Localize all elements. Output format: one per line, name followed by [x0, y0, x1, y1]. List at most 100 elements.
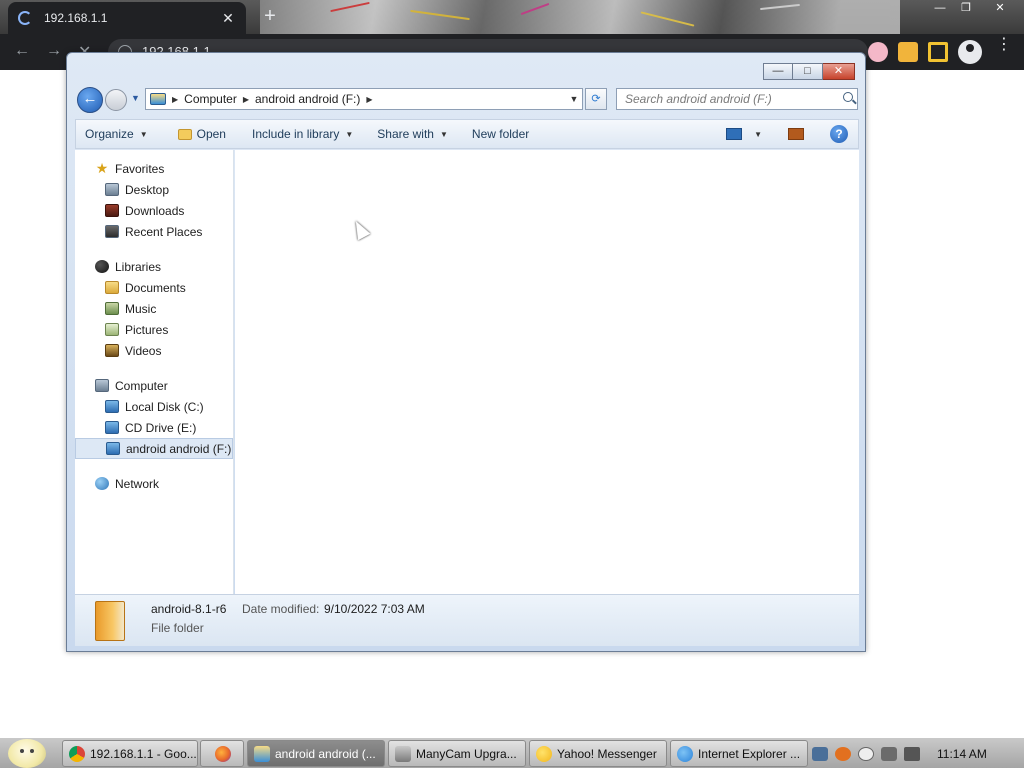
navigation-pane: ★ Favorites Desktop Downloads Recent Pla… — [75, 150, 234, 594]
volume-icon[interactable] — [904, 746, 920, 761]
close-button[interactable]: ✕ — [823, 63, 855, 80]
libraries-icon — [95, 260, 109, 273]
back-button[interactable]: ← — [77, 87, 103, 113]
nav-music[interactable]: Music — [75, 298, 233, 319]
taskbar: 192.168.1.1 - Goo... android android (..… — [0, 738, 1024, 768]
address-history-dropdown-icon[interactable]: ▼ — [566, 94, 582, 104]
nav-cd-drive-e[interactable]: CD Drive (E:) — [75, 417, 233, 438]
browser-minimize-button[interactable]: — — [928, 0, 952, 18]
change-view-icon[interactable] — [726, 128, 743, 140]
open-button[interactable]: Open — [169, 119, 235, 149]
new-tab-button[interactable]: + — [258, 6, 282, 28]
browser-maximize-button[interactable]: ❐ — [954, 0, 978, 18]
browser-tab[interactable]: 192.168.1.1 ✕ — [8, 2, 246, 34]
details-item-type: File folder — [151, 621, 204, 635]
extensions-puzzle-icon[interactable] — [898, 42, 918, 62]
taskbar-button-manycam[interactable]: ManyCam Upgra... — [388, 740, 526, 767]
firefox-icon — [215, 745, 231, 762]
android-drive-icon — [106, 442, 120, 455]
open-label: Open — [196, 127, 226, 141]
nav-desktop[interactable]: Desktop — [75, 179, 233, 200]
search-tray-icon[interactable] — [835, 746, 851, 761]
yahoo-messenger-icon — [536, 745, 552, 762]
taskbar-button-firefox[interactable] — [200, 740, 244, 767]
system-clock[interactable]: 11:14 AM — [937, 747, 987, 761]
refresh-button[interactable]: ⟳ — [585, 88, 607, 110]
help-icon[interactable]: ? — [830, 125, 848, 143]
taskbar-button-explorer[interactable]: android android (... — [247, 740, 385, 767]
nav-pictures-label: Pictures — [125, 322, 169, 337]
taskbar-label: ManyCam Upgra... — [416, 746, 517, 761]
minimize-button[interactable]: — — [763, 63, 793, 80]
nav-network-label: Network — [115, 476, 160, 491]
network-tray-icon[interactable] — [881, 746, 897, 761]
organize-label: Organize — [85, 127, 134, 141]
browser-close-button[interactable]: ✕ — [988, 0, 1012, 18]
status-tray-icon[interactable] — [858, 746, 874, 761]
tab-close-icon[interactable]: ✕ — [220, 10, 236, 27]
explorer-navigation-row: ← ▼ ▶ Computer ▶ android android (F:) ▶ … — [75, 87, 859, 115]
nav-computer[interactable]: Computer — [75, 375, 233, 396]
command-bar: Organize ▼ Open Include in library ▼ Sha… — [75, 119, 859, 149]
maximize-button[interactable]: □ — [793, 63, 823, 80]
search-input[interactable]: Search android android (F:) — [616, 88, 858, 110]
recent-pages-dropdown-icon[interactable]: ▼ — [131, 93, 140, 103]
nav-favorites[interactable]: ★ Favorites — [75, 158, 233, 179]
computer-group: Computer Local Disk (C:) CD Drive (E:) a… — [75, 375, 233, 459]
drive-icon — [150, 93, 166, 105]
browser-back-button[interactable]: ← — [14, 42, 30, 60]
include-in-library-button[interactable]: Include in library ▼ — [243, 119, 362, 149]
nav-pictures[interactable]: Pictures — [75, 319, 233, 340]
preview-pane-icon[interactable] — [788, 128, 804, 140]
nav-libraries[interactable]: Libraries — [75, 256, 233, 277]
view-options-chevron-down-icon[interactable]: ▼ — [754, 130, 762, 139]
file-list-pane[interactable] — [235, 150, 859, 594]
breadcrumb-computer[interactable]: Computer — [178, 92, 243, 106]
nav-downloads-label: Downloads — [125, 203, 185, 218]
side-panel-icon[interactable] — [928, 42, 948, 62]
folder-icon — [95, 601, 125, 641]
mouse-cursor-icon — [349, 217, 371, 241]
search-icon[interactable] — [843, 92, 853, 102]
nav-cd-drive-label: CD Drive (E:) — [125, 420, 197, 435]
extension-icon[interactable] — [868, 42, 888, 62]
computer-icon — [95, 379, 109, 392]
nav-network[interactable]: Network — [75, 473, 233, 494]
browser-menu-icon[interactable]: ⋮ — [996, 37, 1012, 53]
nav-local-disk-c[interactable]: Local Disk (C:) — [75, 396, 233, 417]
nav-libraries-label: Libraries — [115, 259, 162, 274]
nav-documents[interactable]: Documents — [75, 277, 233, 298]
taskbar-button-yahoo-messenger[interactable]: Yahoo! Messenger — [529, 740, 667, 767]
chevron-down-icon: ▼ — [139, 129, 148, 139]
taskbar-label: Internet Explorer ... — [698, 746, 801, 761]
nav-downloads[interactable]: Downloads — [75, 200, 233, 221]
share-with-button[interactable]: Share with ▼ — [368, 119, 457, 149]
nav-android-drive-f[interactable]: android android (F:) — [75, 438, 233, 459]
chevron-down-icon: ▼ — [439, 129, 448, 139]
favorites-group: ★ Favorites Desktop Downloads Recent Pla… — [75, 158, 233, 242]
nav-videos-label: Videos — [125, 343, 162, 358]
nav-videos[interactable]: Videos — [75, 340, 233, 361]
organize-button[interactable]: Organize ▼ — [76, 119, 157, 149]
action-center-icon[interactable] — [812, 746, 828, 761]
start-button[interactable] — [8, 739, 46, 768]
taskbar-button-internet-explorer[interactable]: Internet Explorer ... — [670, 740, 808, 767]
open-folder-icon — [177, 128, 192, 140]
forward-button[interactable] — [105, 89, 127, 111]
nav-music-label: Music — [125, 301, 157, 316]
nav-favorites-label: Favorites — [115, 161, 165, 176]
browser-tab-title: 192.168.1.1 — [44, 11, 108, 25]
profile-avatar-icon[interactable] — [958, 40, 982, 64]
nav-recent-places-label: Recent Places — [125, 224, 203, 239]
browser-tab-strip: 192.168.1.1 ✕ + — ❐ ✕ — [0, 0, 1024, 34]
address-bar[interactable]: ▶ Computer ▶ android android (F:) ▶ ▼ — [145, 88, 583, 110]
browser-forward-button[interactable]: → — [46, 42, 62, 60]
nav-recent-places[interactable]: Recent Places — [75, 221, 233, 242]
breadcrumb-android-drive[interactable]: android android (F:) — [249, 92, 366, 106]
taskbar-button-chrome[interactable]: 192.168.1.1 - Goo... — [62, 740, 198, 767]
command-bar-right: ▼ ? — [726, 125, 858, 143]
loading-spinner-icon — [18, 11, 32, 25]
breadcrumb-separator-icon[interactable]: ▶ — [366, 95, 372, 104]
desktop-wallpaper-strip — [260, 0, 900, 34]
new-folder-button[interactable]: New folder — [463, 119, 538, 149]
